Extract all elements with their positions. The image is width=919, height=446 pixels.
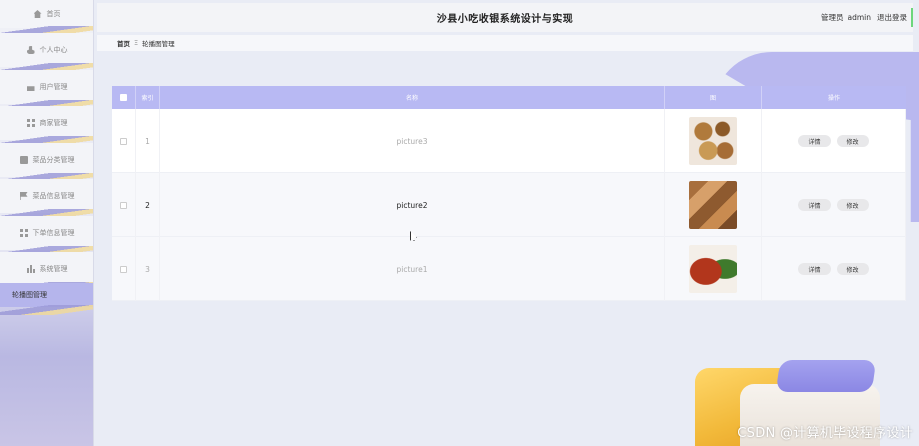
edit-button[interactable]: 修改 (836, 135, 869, 147)
sidebar-item-system-management[interactable]: 系统管理 (0, 252, 93, 286)
edit-button[interactable]: 修改 (836, 263, 869, 275)
cell-operations: 详情 修改 (762, 109, 906, 173)
sidebar-item-label: 菜品信息管理 (32, 192, 75, 200)
grid-icon (26, 119, 35, 127)
sidebar-item-carousel-management[interactable]: 轮播图管理 (0, 283, 93, 307)
decorative-cube (775, 360, 877, 392)
detail-button[interactable]: 详情 (798, 135, 831, 147)
sidebar-item-profile[interactable]: 个人中心 (0, 33, 93, 67)
cell-name: picture2 (160, 173, 665, 237)
watermark: CSDN @计算机毕设程序设计 (737, 426, 913, 441)
cell-name: picture1 (160, 237, 665, 301)
table-header: 索引 名称 图 操作 (112, 86, 906, 109)
carousel-thumbnail[interactable] (689, 245, 737, 293)
column-header-operation: 操作 (827, 95, 840, 102)
row-select-cell (112, 237, 136, 301)
sidebar-item-order-info-management[interactable]: 下单信息管理 (0, 216, 93, 250)
sidebar: 首页 个人中心 用户管理 商家管理 菜品分类管理 菜品信息管理 下单信息管理 系… (0, 0, 94, 446)
table-row: 2 picture2 详情 修改 (112, 173, 906, 237)
sidebar-divider (0, 305, 93, 315)
home-icon (33, 10, 42, 18)
users-icon (26, 86, 35, 91)
cell-operations: 详情 修改 (762, 237, 906, 301)
table-row: 3 picture1 详情 修改 (112, 237, 906, 301)
sidebar-item-label: 下单信息管理 (32, 229, 75, 237)
carousel-table: 索引 名称 图 操作 1 picture3 详情 修改 2 picture2 详… (112, 86, 906, 301)
header-user-area: 管理员 admin 退出登录 (821, 3, 907, 32)
breadcrumb-current: 轮播图管理 (142, 40, 175, 48)
sidebar-item-merchant-management[interactable]: 商家管理 (0, 106, 93, 140)
document-icon (19, 156, 28, 164)
row-checkbox[interactable] (120, 201, 127, 209)
sidebar-item-dish-category-management[interactable]: 菜品分类管理 (0, 143, 93, 177)
cell-index: 1 (136, 109, 160, 173)
sidebar-item-label: 个人中心 (39, 46, 68, 54)
carousel-thumbnail[interactable] (689, 181, 737, 229)
breadcrumb-home[interactable]: 首页 (117, 38, 130, 48)
cell-name: picture3 (160, 109, 665, 173)
cell-image (665, 109, 762, 173)
breadcrumb: 首页 Ξ 轮播图管理 (97, 35, 913, 51)
column-header-name: 名称 (160, 86, 665, 109)
top-header: 沙县小吃收银系统设计与实现 管理员 admin 退出登录 (97, 3, 913, 32)
header-accent-bar (911, 8, 913, 27)
row-checkbox[interactable] (120, 137, 127, 145)
cell-image (665, 173, 762, 237)
cell-operations: 详情 修改 (762, 173, 906, 237)
cell-index: 2 (136, 173, 160, 237)
bar-chart-icon (26, 265, 35, 273)
sidebar-item-label: 轮播图管理 (12, 291, 47, 299)
column-header-index: 索引 (136, 86, 160, 109)
username: admin (847, 13, 872, 22)
detail-button[interactable]: 详情 (798, 199, 831, 211)
page-title: 沙县小吃收银系统设计与实现 (436, 14, 574, 25)
cell-image (665, 237, 762, 301)
row-select-cell (112, 109, 136, 173)
user-role: 管理员 (821, 13, 844, 22)
checkbox-icon[interactable] (120, 94, 127, 101)
sidebar-item-label: 商家管理 (39, 119, 68, 127)
user-icon (26, 46, 35, 54)
sidebar-item-label: 用户管理 (39, 83, 68, 91)
breadcrumb-separator-icon: Ξ (134, 39, 139, 47)
sidebar-item-label: 首页 (46, 10, 61, 18)
edit-button[interactable]: 修改 (836, 199, 869, 211)
flag-icon (19, 192, 28, 200)
header-select-all[interactable] (112, 86, 136, 109)
sidebar-item-user-management[interactable]: 用户管理 (0, 70, 93, 104)
logout-link[interactable]: 退出登录 (877, 12, 907, 23)
cell-index: 3 (136, 237, 160, 301)
sidebar-item-label: 系统管理 (39, 265, 68, 273)
sidebar-item-dish-info-management[interactable]: 菜品信息管理 (0, 179, 93, 213)
row-select-cell (112, 173, 136, 237)
carousel-thumbnail[interactable] (689, 117, 737, 165)
sidebar-item-label: 菜品分类管理 (32, 156, 75, 164)
sidebar-item-home[interactable]: 首页 (0, 0, 93, 28)
table-row: 1 picture3 详情 修改 (112, 109, 906, 173)
grid-icon (19, 229, 28, 237)
detail-button[interactable]: 详情 (798, 263, 831, 275)
column-header-image: 图 (665, 86, 762, 109)
row-checkbox[interactable] (120, 265, 127, 273)
